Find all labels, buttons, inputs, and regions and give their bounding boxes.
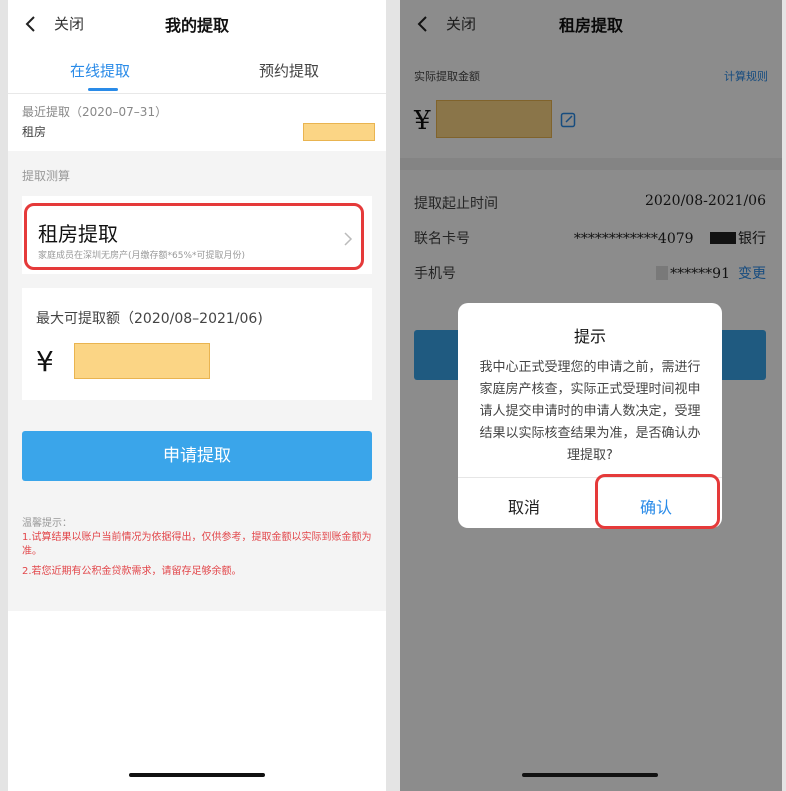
tip-item-1: 1.试算结果以账户当前情况为依据得出，仅供参考，提取金额以实际到账金额为准。 [22, 532, 372, 557]
currency-symbol: ¥ [36, 345, 54, 378]
tab-online-withdrawal[interactable]: 在线提取 [70, 60, 130, 81]
highlight-outline-confirm [595, 474, 720, 529]
highlight-outline-rent [24, 203, 364, 270]
cancel-button[interactable]: 取消 [458, 494, 590, 518]
tab-appointment-withdrawal[interactable]: 预约提取 [259, 60, 319, 81]
home-indicator[interactable] [129, 773, 265, 777]
section-label-estimate: 提取测算 [22, 169, 71, 183]
left-screen-my-withdrawal: 关闭 我的提取 在线提取 预约提取 最近提取（2020–07–31） 租房 提取… [8, 0, 386, 791]
dialog-title: 提示 [573, 327, 606, 346]
recent-withdrawal-type: 租房 [22, 125, 47, 139]
right-screen-rent-withdrawal: 关闭 租房提取 实际提取金额 计算规则 ¥ 提取起止时间 2020/08-202… [400, 0, 782, 791]
redacted-amount-mask [303, 123, 375, 141]
active-tab-indicator [88, 88, 118, 91]
left-header: 关闭 我的提取 [8, 0, 386, 48]
dialog-message: 我中心正式受理您的申请之前，需进行家庭房产核查，实际正式受理时间视申请人提交申请… [479, 360, 701, 463]
recent-withdrawal: 最近提取（2020–07–31） 租房 [8, 95, 386, 151]
tip-item-2: 2.若您近期有公积金贷款需求，请留存足够余额。 [22, 566, 242, 577]
recent-withdrawal-date: 最近提取（2020–07–31） [22, 105, 168, 119]
page-title: 我的提取 [164, 16, 229, 35]
max-withdrawable-label: 最大可提取额（2020/08–2021/06) [36, 311, 263, 327]
tips-title: 温馨提示： [22, 518, 72, 529]
apply-withdrawal-button[interactable]: 申请提取 [22, 431, 372, 481]
home-indicator[interactable] [522, 773, 658, 777]
redacted-max-amount-mask [74, 343, 210, 379]
tab-bar: 在线提取 预约提取 [8, 48, 386, 94]
